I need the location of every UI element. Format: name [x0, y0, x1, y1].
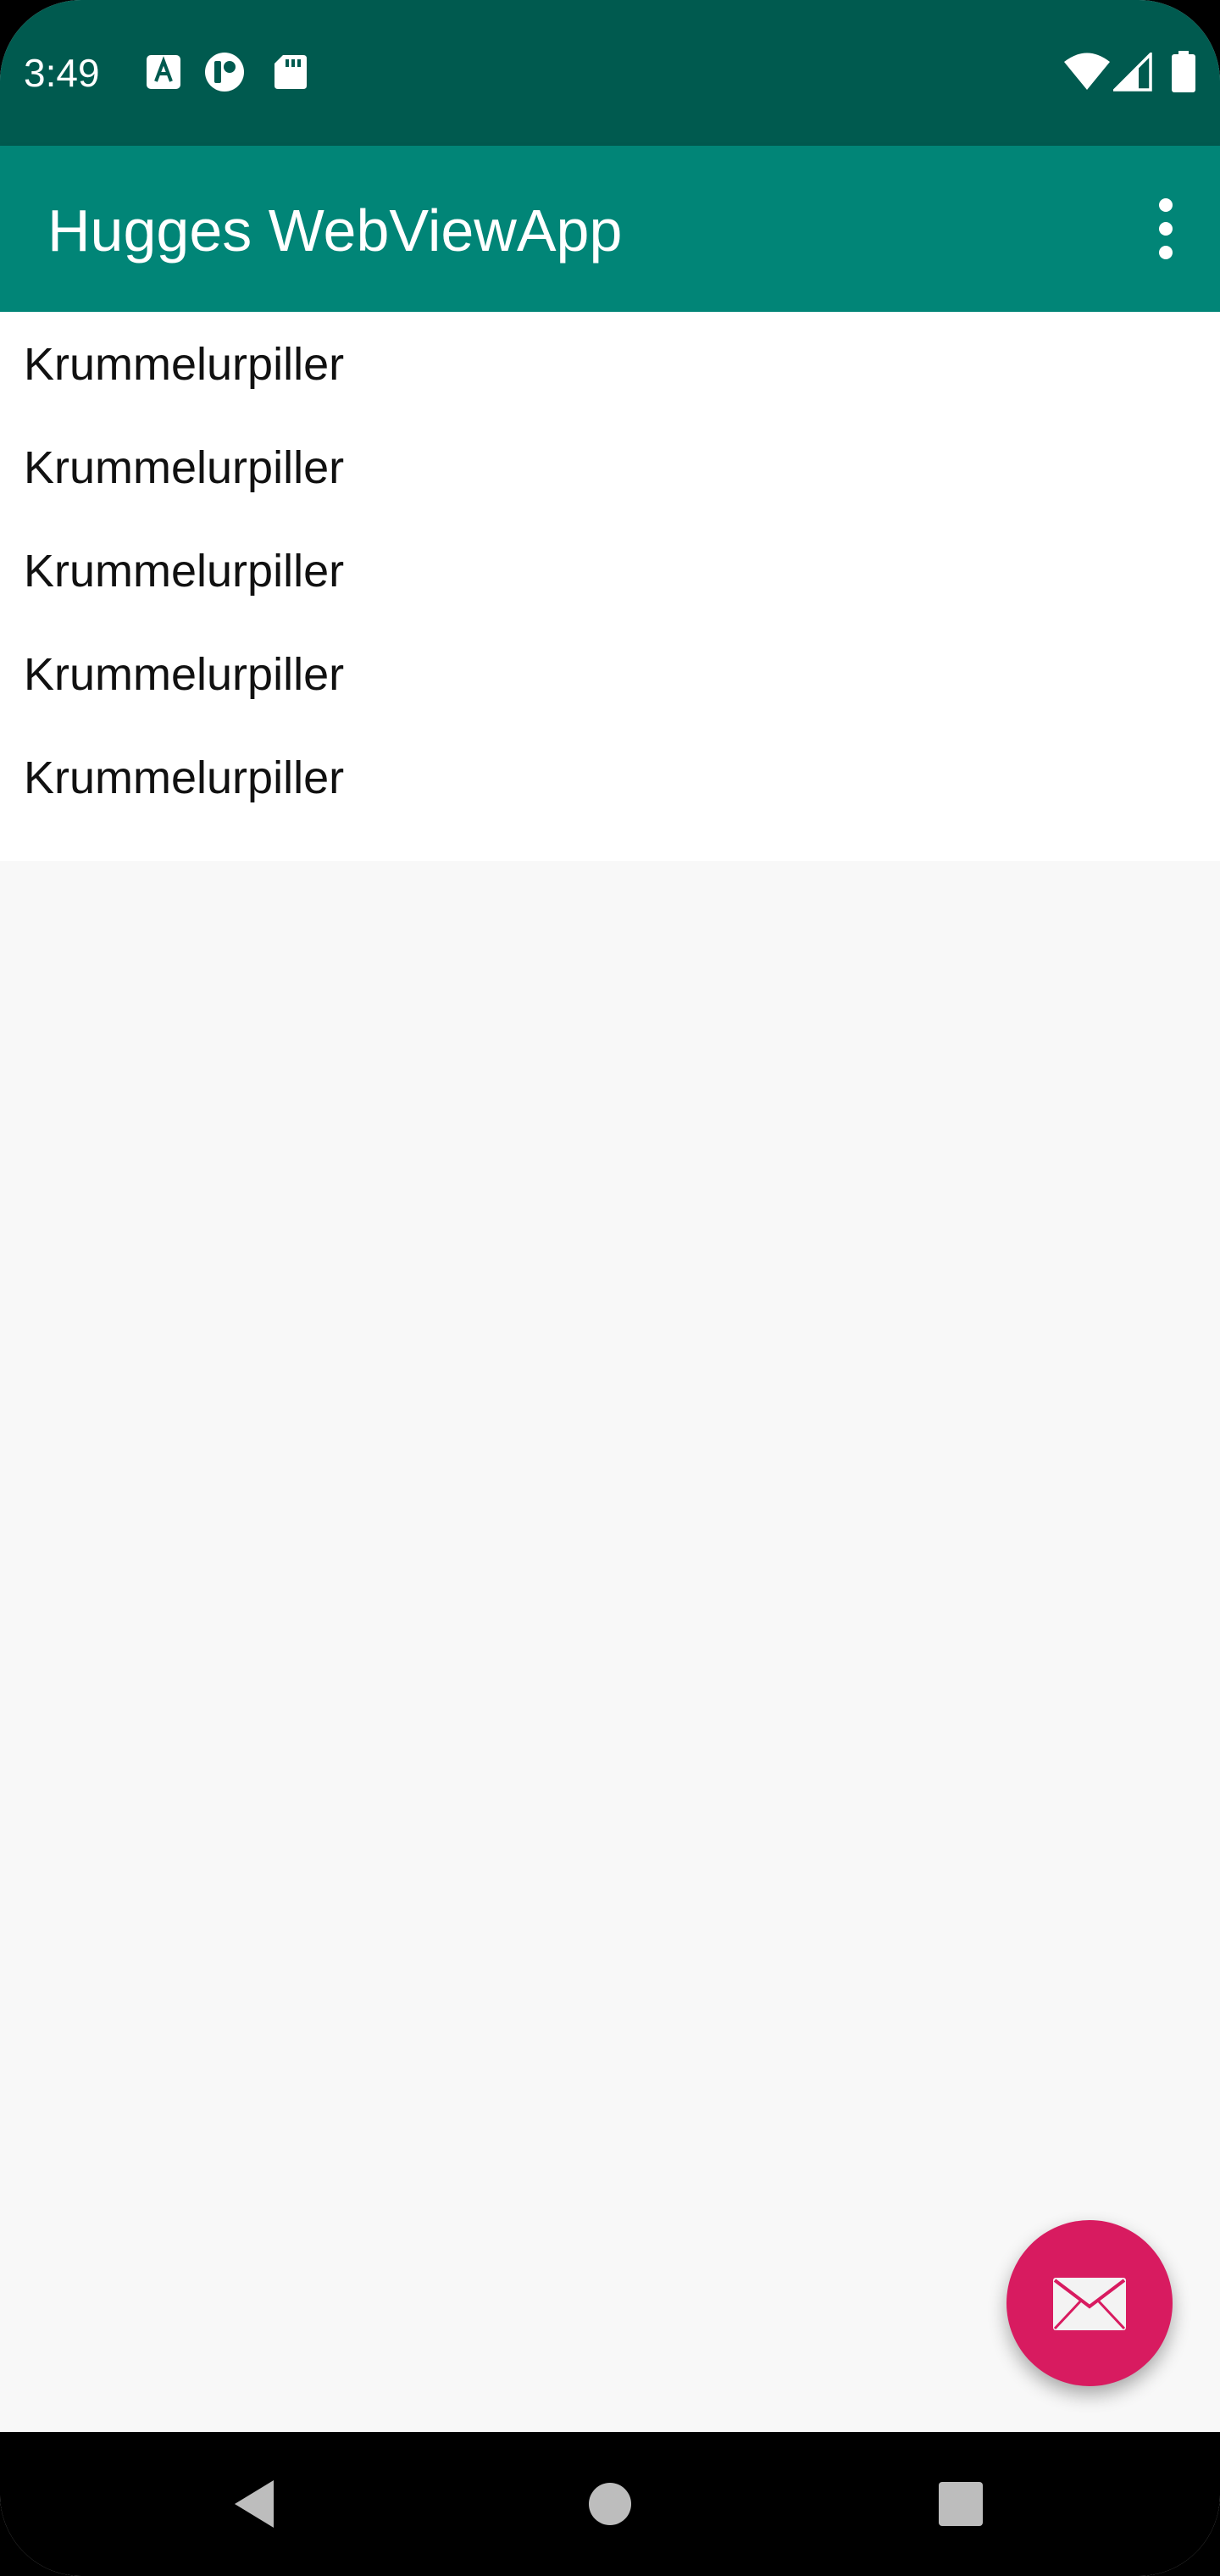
list-item: Krummelurpiller	[24, 339, 345, 390]
lens-icon	[205, 53, 244, 92]
cell-signal-icon	[1113, 53, 1152, 92]
sd-card-icon	[274, 55, 307, 89]
list-item: Krummelurpiller	[24, 442, 345, 493]
status-bar: 3:49	[0, 0, 1220, 146]
home-icon	[589, 2483, 631, 2525]
keyboard-a-icon	[147, 55, 180, 89]
battery-icon	[1172, 51, 1195, 92]
more-vert-icon	[1159, 198, 1173, 259]
app-bar: Hugges WebViewApp	[0, 146, 1220, 312]
device-screen: 3:49 Hugges WebViewApp Krummelurpiller K…	[0, 0, 1220, 2576]
list-item: Krummelurpiller	[24, 649, 345, 700]
recents-button[interactable]	[876, 2432, 1045, 2576]
home-button[interactable]	[525, 2432, 695, 2576]
back-button[interactable]	[169, 2432, 339, 2576]
overflow-menu-button[interactable]	[1125, 185, 1206, 273]
navigation-bar	[0, 2432, 1220, 2576]
email-fab-button[interactable]	[1006, 2220, 1173, 2386]
list-item: Krummelurpiller	[24, 546, 345, 597]
back-icon	[235, 2480, 274, 2528]
wifi-icon	[1064, 53, 1110, 90]
recents-icon	[939, 2482, 983, 2526]
status-time: 3:49	[24, 51, 100, 95]
app-title: Hugges WebViewApp	[47, 197, 623, 264]
list-item: Krummelurpiller	[24, 752, 345, 803]
email-icon	[1053, 2278, 1126, 2330]
web-content: Krummelurpiller Krummelurpiller Krummelu…	[0, 312, 1220, 861]
